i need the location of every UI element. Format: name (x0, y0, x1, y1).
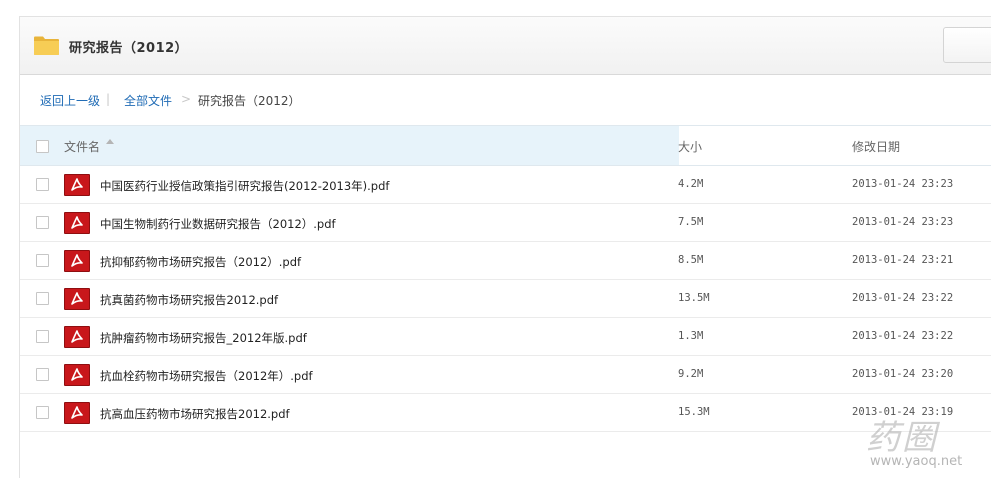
column-header-size[interactable]: 大小 (678, 138, 702, 155)
file-name[interactable]: 中国生物制药行业数据研究报告（2012）.pdf (100, 216, 336, 232)
file-row[interactable]: 中国医药行业授信政策指引研究报告(2012-2013年).pdf 4.2M 20… (20, 166, 991, 204)
file-row[interactable]: 抗肿瘤药物市场研究报告_2012年版.pdf 1.3M 2013-01-24 2… (20, 318, 991, 356)
file-modified-date: 2013-01-24 23:20 (852, 368, 954, 380)
watermark-logo: 药圈 (866, 418, 938, 458)
file-modified-date: 2013-01-24 23:21 (852, 254, 954, 266)
breadcrumb: 返回上一级 | 全部文件 > 研究报告（2012） (20, 75, 991, 125)
select-all-checkbox[interactable] (36, 140, 49, 153)
pdf-icon (64, 326, 90, 348)
page-title: 研究报告（2012） (69, 41, 189, 56)
file-name[interactable]: 抗肿瘤药物市场研究报告_2012年版.pdf (100, 330, 307, 346)
file-size: 8.5M (678, 254, 704, 266)
file-browser-panel: 研究报告（2012） 返回上一级 | 全部文件 > 研究报告（2012） 文件名… (19, 16, 991, 478)
column-header-modified[interactable]: 修改日期 (852, 138, 900, 155)
column-header-name[interactable]: 文件名 (64, 138, 100, 155)
file-modified-date: 2013-01-24 23:23 (852, 178, 954, 190)
row-checkbox[interactable] (36, 292, 49, 305)
file-size: 9.2M (678, 368, 704, 380)
file-modified-date: 2013-01-24 23:22 (852, 330, 954, 342)
pdf-icon (64, 212, 90, 234)
back-link[interactable]: 返回上一级 (40, 92, 100, 109)
pdf-icon (64, 250, 90, 272)
file-row[interactable]: 中国生物制药行业数据研究报告（2012）.pdf 7.5M 2013-01-24… (20, 204, 991, 242)
file-size: 7.5M (678, 216, 704, 228)
row-checkbox[interactable] (36, 178, 49, 191)
toolbar-button[interactable] (943, 27, 991, 63)
folder-icon (34, 36, 59, 55)
file-size: 13.5M (678, 292, 710, 304)
file-row[interactable]: 抗真菌药物市场研究报告2012.pdf 13.5M 2013-01-24 23:… (20, 280, 991, 318)
file-modified-date: 2013-01-24 23:22 (852, 292, 954, 304)
file-name[interactable]: 抗血栓药物市场研究报告（2012年）.pdf (100, 368, 313, 384)
sort-ascending-icon[interactable] (106, 139, 114, 144)
breadcrumb-divider: | (106, 92, 111, 106)
file-row[interactable]: 抗血栓药物市场研究报告（2012年）.pdf 9.2M 2013-01-24 2… (20, 356, 991, 394)
pdf-icon (64, 288, 90, 310)
pdf-icon (64, 402, 90, 424)
pdf-icon (64, 364, 90, 386)
site-watermark: 药圈 www.yaoq.net (866, 410, 986, 474)
all-files-link[interactable]: 全部文件 (124, 92, 172, 109)
row-checkbox[interactable] (36, 406, 49, 419)
folder-title-bar: 研究报告（2012） (20, 17, 991, 75)
file-size: 15.3M (678, 406, 710, 418)
file-name[interactable]: 抗抑郁药物市场研究报告（2012）.pdf (100, 254, 301, 270)
file-name[interactable]: 中国医药行业授信政策指引研究报告(2012-2013年).pdf (100, 178, 389, 194)
file-name[interactable]: 抗真菌药物市场研究报告2012.pdf (100, 292, 278, 308)
pdf-icon (64, 174, 90, 196)
breadcrumb-arrow: > (181, 92, 192, 106)
file-list-header: 文件名 大小 修改日期 (20, 125, 991, 166)
row-checkbox[interactable] (36, 368, 49, 381)
file-row[interactable]: 抗高血压药物市场研究报告2012.pdf 15.3M 2013-01-24 23… (20, 394, 991, 432)
row-checkbox[interactable] (36, 330, 49, 343)
name-column-highlight (20, 126, 679, 165)
row-checkbox[interactable] (36, 254, 49, 267)
file-size: 1.3M (678, 330, 704, 342)
file-modified-date: 2013-01-24 23:23 (852, 216, 954, 228)
breadcrumb-current: 研究报告（2012） (198, 94, 301, 108)
file-name[interactable]: 抗高血压药物市场研究报告2012.pdf (100, 406, 290, 422)
file-row[interactable]: 抗抑郁药物市场研究报告（2012）.pdf 8.5M 2013-01-24 23… (20, 242, 991, 280)
row-checkbox[interactable] (36, 216, 49, 229)
watermark-url: www.yaoq.net (870, 454, 963, 469)
file-size: 4.2M (678, 178, 704, 190)
